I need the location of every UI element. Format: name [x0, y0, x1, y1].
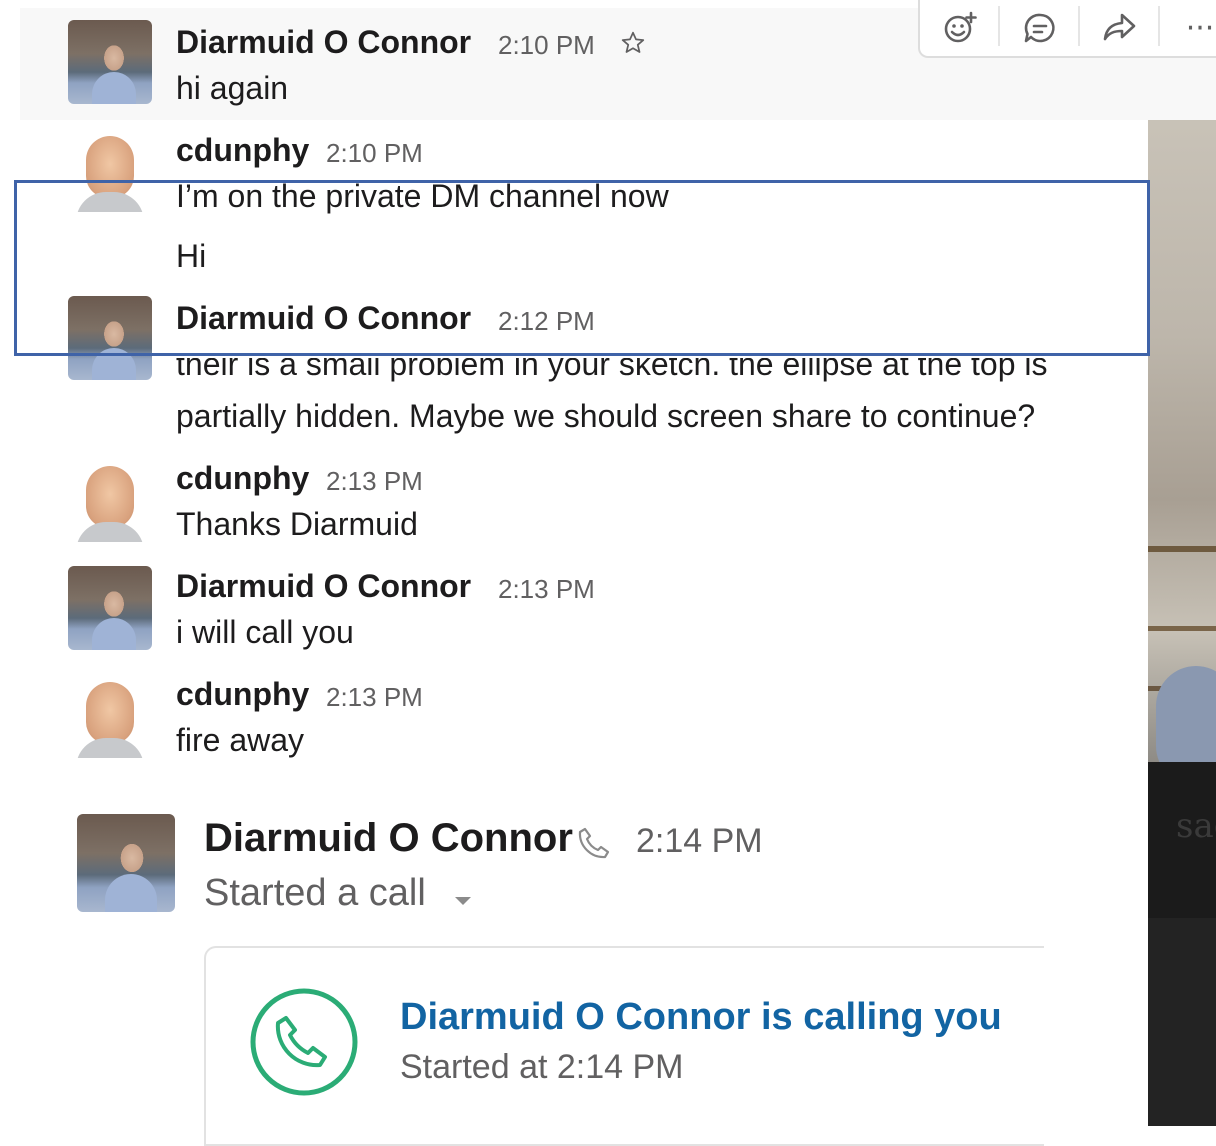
avatar[interactable]	[68, 128, 152, 212]
star-outline-icon[interactable]	[620, 30, 646, 56]
message-author[interactable]: Diarmuid O Connor	[176, 568, 471, 605]
video-call-window[interactable]: sag	[1148, 106, 1216, 1126]
reply-in-thread-button[interactable]	[1010, 6, 1070, 50]
message-text: Hi	[176, 238, 207, 274]
message-author[interactable]: cdunphy	[176, 460, 309, 497]
message-text: hi again	[176, 70, 289, 106]
message-text: their is a small problem in your sketch.…	[176, 346, 1048, 382]
message-timestamp[interactable]: 2:10 PM	[326, 138, 423, 169]
message-timestamp[interactable]: 2:13 PM	[326, 466, 423, 497]
video-feed	[1148, 106, 1216, 786]
message-author[interactable]: cdunphy	[176, 676, 309, 713]
message-author[interactable]: Diarmuid O Connor	[176, 24, 471, 61]
phone-icon	[578, 827, 610, 859]
avatar[interactable]	[77, 814, 175, 912]
message-timestamp[interactable]: 2:13 PM	[498, 574, 595, 605]
add-reaction-button[interactable]	[930, 6, 990, 50]
video-message-placeholder: sag	[1176, 806, 1216, 846]
message-text: Thanks Diarmuid	[176, 506, 418, 542]
video-message-bar[interactable]: sag	[1148, 762, 1216, 918]
avatar[interactable]	[68, 674, 152, 758]
avatar[interactable]	[68, 296, 152, 380]
more-actions-button[interactable]: ···	[1170, 6, 1216, 50]
share-message-button[interactable]	[1090, 6, 1150, 50]
avatar[interactable]	[68, 20, 152, 104]
chevron-down-icon[interactable]	[452, 894, 474, 908]
phone-call-icon[interactable]	[248, 986, 360, 1098]
message-text: fire away	[176, 722, 305, 758]
call-status-text: Started a call	[204, 872, 426, 914]
message-text: partially hidden. Maybe we should screen…	[176, 398, 1036, 434]
message-timestamp[interactable]: 2:12 PM	[498, 306, 595, 337]
add-reaction-icon	[944, 11, 977, 43]
reply-in-thread-icon	[1024, 13, 1055, 43]
message-timestamp[interactable]: 2:10 PM	[498, 30, 595, 61]
message-author[interactable]: Diarmuid O Connor	[176, 300, 471, 337]
video-controls-area	[1148, 918, 1216, 1126]
message-timestamp[interactable]: 2:14 PM	[636, 822, 763, 861]
message-author[interactable]: cdunphy	[176, 132, 309, 169]
message-actions-toolbar: ···	[918, 0, 1216, 58]
share-icon	[1103, 13, 1136, 41]
message-text: I’m on the private DM channel now	[176, 178, 669, 214]
message-timestamp[interactable]: 2:13 PM	[326, 682, 423, 713]
avatar[interactable]	[68, 566, 152, 650]
join-call-link[interactable]: Diarmuid O Connor is calling you	[400, 996, 1002, 1039]
message-text: i will call you	[176, 614, 354, 650]
avatar[interactable]	[68, 458, 152, 542]
message-author[interactable]: Diarmuid O Connor	[204, 816, 573, 861]
call-started-time: Started at 2:14 PM	[400, 1048, 684, 1086]
